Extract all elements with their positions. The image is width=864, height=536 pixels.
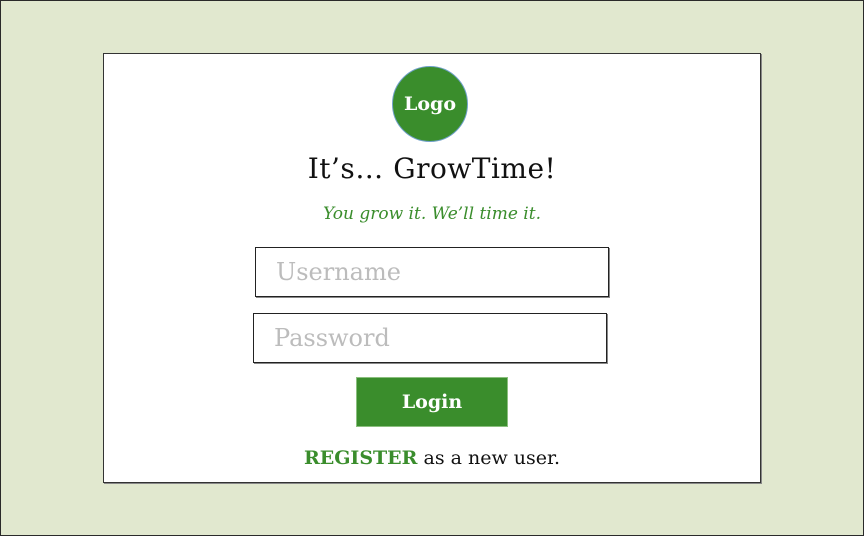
page-background: Logo It’s… GrowTime! You grow it. We’ll … (0, 0, 864, 536)
logo: Logo (392, 66, 468, 142)
page-title: It’s… GrowTime! (307, 152, 557, 185)
username-input[interactable] (255, 247, 609, 297)
register-line: REGISTER as a new user. (104, 447, 760, 469)
logo-label: Logo (404, 93, 456, 115)
tagline: You grow it. We’ll time it. (323, 204, 541, 224)
register-suffix: as a new user. (417, 447, 561, 469)
password-input[interactable] (253, 313, 607, 363)
login-button[interactable]: Login (356, 377, 508, 427)
register-link[interactable]: REGISTER (304, 447, 418, 469)
login-card: Logo It’s… GrowTime! You grow it. We’ll … (103, 53, 761, 483)
